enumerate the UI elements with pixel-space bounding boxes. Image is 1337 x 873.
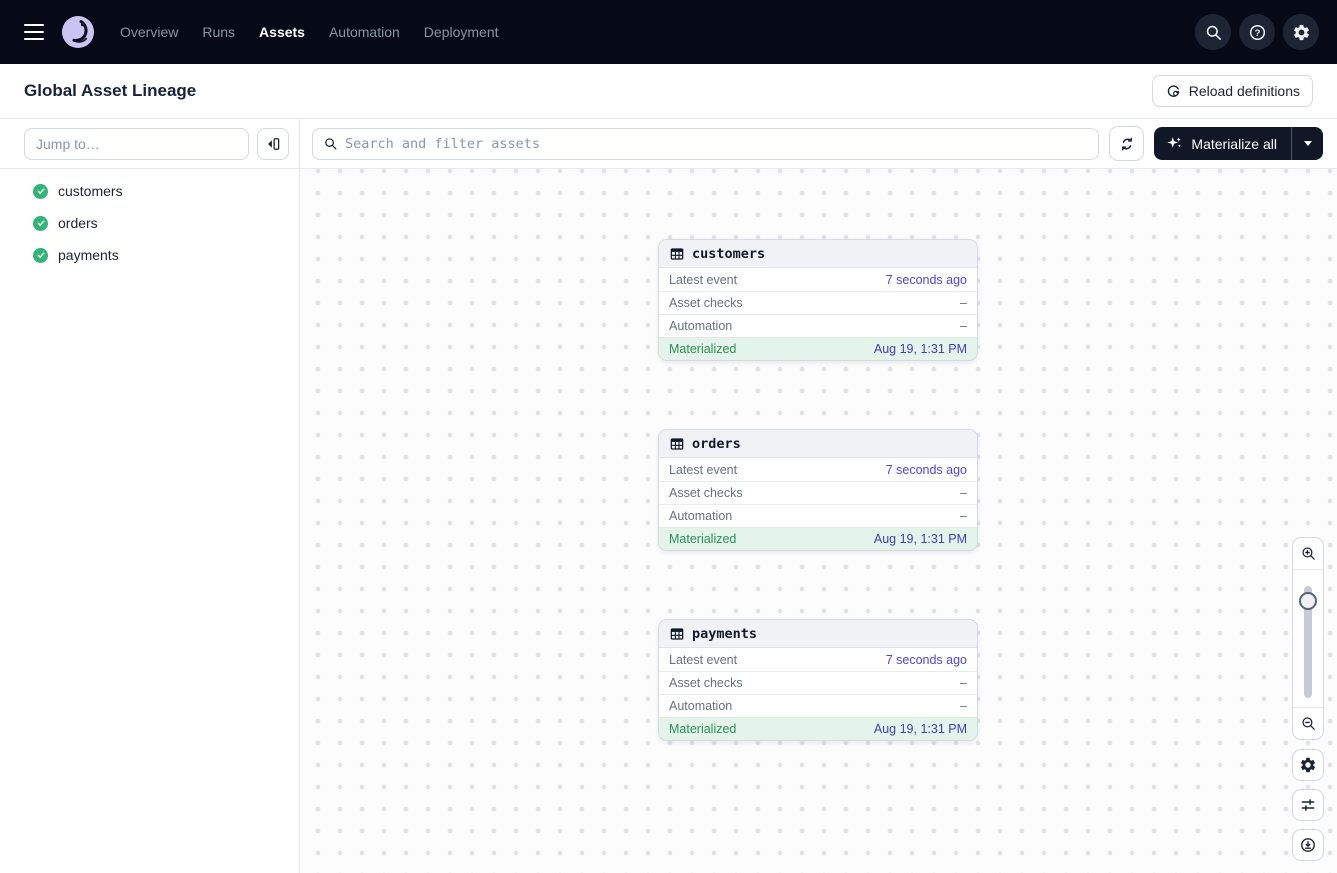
search-icon xyxy=(323,136,338,151)
node-row-asset-checks: Asset checks – xyxy=(659,481,977,504)
asset-node-title: customers xyxy=(692,246,765,262)
chevron-down-icon xyxy=(1304,141,1312,146)
asset-node-payments[interactable]: payments Latest event 7 seconds ago Asse… xyxy=(658,619,978,741)
search-button[interactable] xyxy=(1195,14,1231,50)
node-row-latest-event: Latest event 7 seconds ago xyxy=(659,648,977,671)
latest-event-link[interactable]: 7 seconds ago xyxy=(886,463,967,477)
table-icon xyxy=(669,626,685,642)
nav-item-automation[interactable]: Automation xyxy=(329,24,400,40)
collapse-panel-button[interactable] xyxy=(257,128,289,160)
materialize-all-label: Materialize all xyxy=(1191,136,1277,152)
sparkle-icon xyxy=(1166,135,1183,152)
search-icon xyxy=(1204,23,1223,42)
page-title: Global Asset Lineage xyxy=(24,81,196,101)
materialize-split-button: Materialize all xyxy=(1154,127,1323,160)
asset-name: orders xyxy=(58,215,98,231)
refresh-button[interactable] xyxy=(1109,126,1144,161)
latest-event-link[interactable]: 7 seconds ago xyxy=(886,653,967,667)
status-badge: Materialized xyxy=(669,722,736,736)
reload-definitions-icon xyxy=(1165,83,1182,100)
asset-name: customers xyxy=(58,183,123,199)
jump-to-input[interactable] xyxy=(24,128,249,160)
top-navbar: Overview Runs Assets Automation Deployme… xyxy=(0,0,1337,64)
materialized-timestamp-link[interactable]: Aug 19, 1:31 PM xyxy=(874,342,967,356)
download-icon xyxy=(1299,836,1317,854)
asset-node-title: orders xyxy=(692,436,741,452)
primary-nav: Overview Runs Assets Automation Deployme… xyxy=(120,24,499,40)
sidebar-item-orders[interactable]: orders xyxy=(0,207,299,239)
asset-node-orders[interactable]: orders Latest event 7 seconds ago Asset … xyxy=(658,429,978,551)
graph-settings-button[interactable] xyxy=(1292,749,1324,781)
materialized-check-icon xyxy=(33,248,48,263)
asset-list: customers orders payments xyxy=(0,169,299,271)
page-header: Global Asset Lineage Reload definitions xyxy=(0,64,1337,119)
node-row-latest-event: Latest event 7 seconds ago xyxy=(659,458,977,481)
asset-name: payments xyxy=(58,247,119,263)
reload-definitions-button[interactable]: Reload definitions xyxy=(1152,75,1313,107)
nav-item-assets[interactable]: Assets xyxy=(259,24,305,40)
tune-icon xyxy=(1299,796,1317,814)
materialized-timestamp-link[interactable]: Aug 19, 1:31 PM xyxy=(874,722,967,736)
status-badge: Materialized xyxy=(669,532,736,546)
nav-item-overview[interactable]: Overview xyxy=(120,24,178,40)
gear-icon xyxy=(1299,756,1317,774)
zoom-panel xyxy=(1292,537,1324,740)
nav-item-deployment[interactable]: Deployment xyxy=(424,24,499,40)
asset-node-customers[interactable]: customers Latest event 7 seconds ago Ass… xyxy=(658,239,978,361)
sidebar-item-payments[interactable]: payments xyxy=(0,239,299,271)
table-icon xyxy=(669,246,685,262)
refresh-icon xyxy=(1118,135,1136,153)
node-row-materialized: Materialized Aug 19, 1:31 PM xyxy=(659,527,977,550)
zoom-out-icon xyxy=(1300,715,1317,732)
node-row-automation: Automation – xyxy=(659,504,977,527)
node-row-materialized: Materialized Aug 19, 1:31 PM xyxy=(659,337,977,360)
dagster-logo[interactable] xyxy=(62,16,94,48)
materialized-check-icon xyxy=(33,216,48,231)
zoom-in-button[interactable] xyxy=(1293,538,1323,570)
latest-event-link[interactable]: 7 seconds ago xyxy=(886,273,967,287)
zoom-slider[interactable] xyxy=(1293,570,1323,707)
asset-search-box xyxy=(312,128,1099,160)
reload-definitions-label: Reload definitions xyxy=(1189,83,1300,99)
menu-icon[interactable] xyxy=(24,24,44,40)
sidebar-toolbar xyxy=(0,119,299,169)
zoom-out-button[interactable] xyxy=(1293,707,1323,739)
asset-node-header[interactable]: payments xyxy=(659,620,977,648)
asset-node-title: payments xyxy=(692,626,757,642)
node-row-materialized: Materialized Aug 19, 1:31 PM xyxy=(659,717,977,740)
sidebar-item-customers[interactable]: customers xyxy=(0,175,299,207)
node-row-asset-checks: Asset checks – xyxy=(659,671,977,694)
gear-icon xyxy=(1292,23,1311,42)
help-icon xyxy=(1248,23,1267,42)
lineage-canvas[interactable]: customers Latest event 7 seconds ago Ass… xyxy=(300,169,1337,873)
table-icon xyxy=(669,436,685,452)
materialize-all-button[interactable]: Materialize all xyxy=(1154,127,1291,160)
collapse-panel-icon xyxy=(264,135,282,153)
zoom-slider-thumb[interactable] xyxy=(1299,592,1317,610)
materialize-options-button[interactable] xyxy=(1291,127,1323,160)
asset-node-header[interactable]: orders xyxy=(659,430,977,458)
asset-node-header[interactable]: customers xyxy=(659,240,977,268)
node-row-automation: Automation – xyxy=(659,314,977,337)
status-badge: Materialized xyxy=(669,342,736,356)
nav-item-runs[interactable]: Runs xyxy=(202,24,235,40)
zoom-in-icon xyxy=(1300,545,1317,562)
dagster-app: Overview Runs Assets Automation Deployme… xyxy=(0,0,1337,873)
node-row-latest-event: Latest event 7 seconds ago xyxy=(659,268,977,291)
help-button[interactable] xyxy=(1239,14,1275,50)
lineage-toolbar: Materialize all xyxy=(300,119,1337,169)
graph-filters-button[interactable] xyxy=(1292,789,1324,821)
asset-search-input[interactable] xyxy=(345,136,1088,152)
materialized-check-icon xyxy=(33,184,48,199)
settings-button[interactable] xyxy=(1283,14,1319,50)
node-row-asset-checks: Asset checks – xyxy=(659,291,977,314)
node-row-automation: Automation – xyxy=(659,694,977,717)
download-graph-button[interactable] xyxy=(1292,829,1324,861)
materialized-timestamp-link[interactable]: Aug 19, 1:31 PM xyxy=(874,532,967,546)
asset-sidebar: customers orders payments xyxy=(0,119,300,873)
